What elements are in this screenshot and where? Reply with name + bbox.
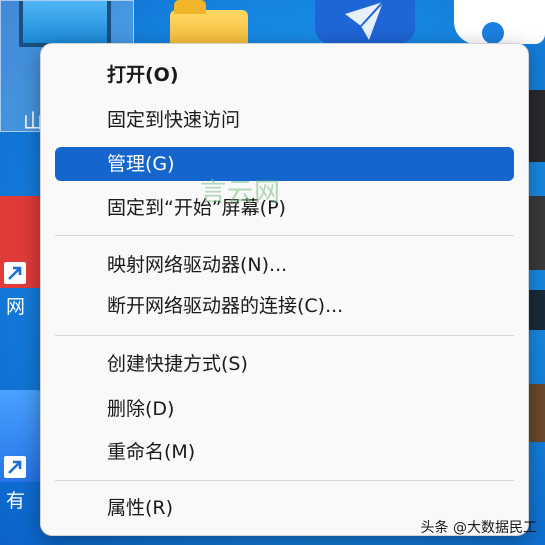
watermark-text: 言云网 <box>200 178 282 208</box>
menu-separator <box>55 480 514 481</box>
monitor-icon <box>19 1 111 47</box>
shortcut-arrow-icon <box>4 456 26 478</box>
menu-item-open[interactable]: 打开(O) <box>55 58 514 92</box>
menu-item-delete[interactable]: 删除(D) <box>55 392 514 426</box>
menu-separator <box>55 235 514 236</box>
shortcut-arrow-icon <box>4 262 26 284</box>
blue-app-icon[interactable] <box>0 390 44 482</box>
menu-item-rename[interactable]: 重命名(M) <box>55 435 514 469</box>
menu-item-pin-quick-access[interactable]: 固定到快速访问 <box>55 103 514 137</box>
watermark-author: 头条 @大数据民工 <box>420 520 537 536</box>
person-app-icon[interactable] <box>454 0 545 44</box>
menu-item-disconnect-network-drive[interactable]: 断开网络驱动器的连接(C)... <box>55 289 514 323</box>
context-menu: 打开(O) 固定到快速访问 管理(G) 固定到“开始”屏幕(P) 映射网络驱动器… <box>40 43 529 536</box>
menu-item-map-network-drive[interactable]: 映射网络驱动器(N)... <box>55 248 514 282</box>
network-shortcut-label: 网 <box>6 296 26 318</box>
paper-plane-app-icon[interactable] <box>315 0 415 44</box>
menu-item-create-shortcut[interactable]: 创建快捷方式(S) <box>55 347 514 381</box>
app-shortcut-label: 有 <box>6 490 26 512</box>
person-dot-icon <box>482 22 504 44</box>
menu-item-manage[interactable]: 管理(G) <box>55 147 514 181</box>
menu-separator <box>55 335 514 336</box>
menu-item-pin-start[interactable]: 固定到“开始”屏幕(P) <box>55 191 514 225</box>
